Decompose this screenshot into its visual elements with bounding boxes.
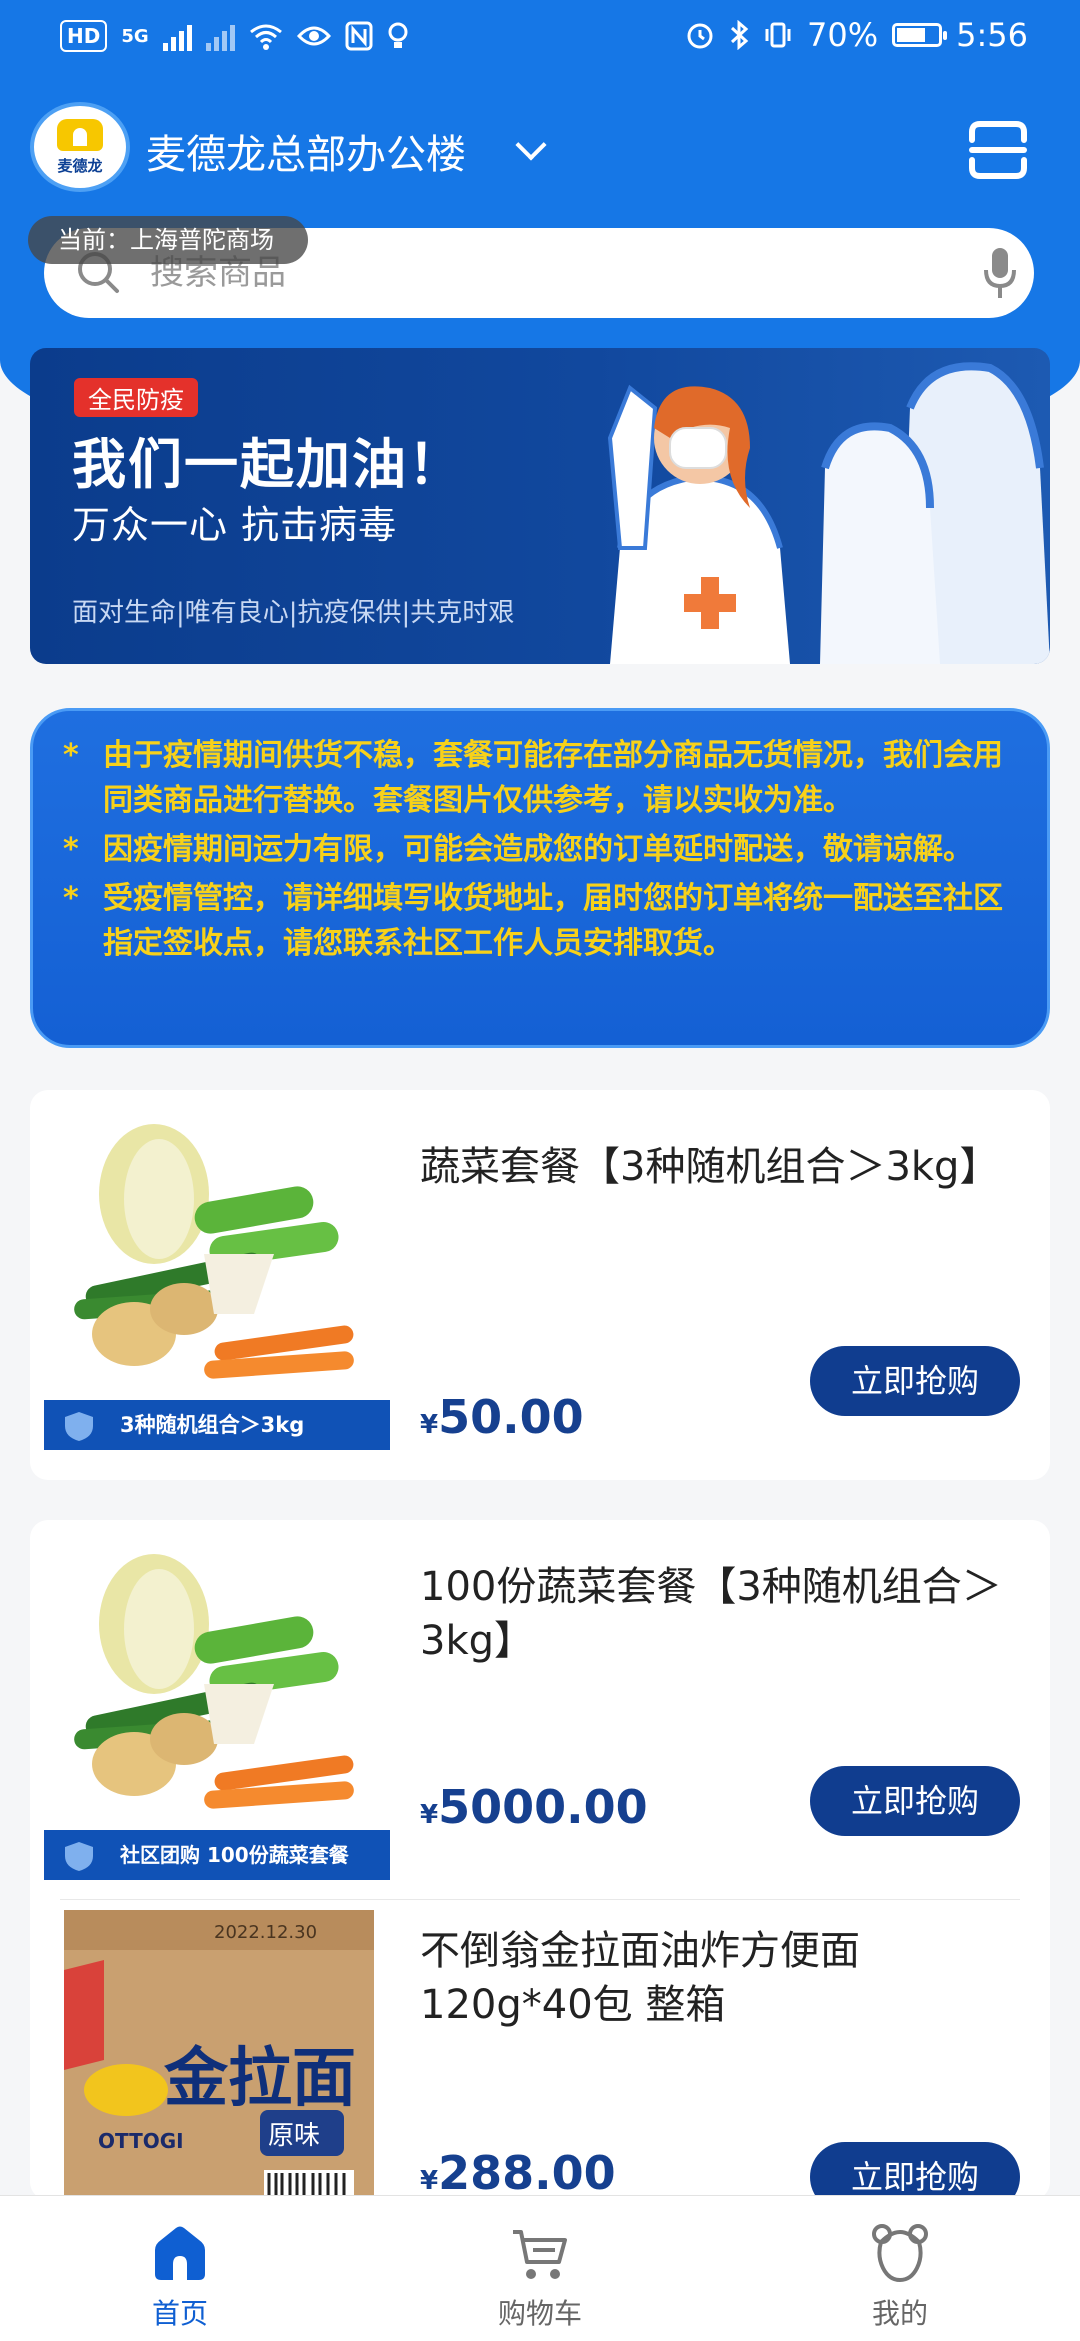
nfc-icon [345, 21, 373, 51]
brand-name: 麦德龙 [57, 156, 103, 175]
status-left: HD 5G [60, 20, 409, 52]
asterisk-icon: * [63, 738, 79, 773]
product-title[interactable]: 100份蔬菜套餐【3种随机组合＞3kg】 [420, 1560, 1030, 1668]
bluetooth-icon [730, 20, 749, 50]
price-value: 5000.00 [438, 1780, 648, 1834]
product-title[interactable]: 不倒翁金拉面油炸方便面120g*40包 整箱 [420, 1924, 1030, 2032]
box-flavor: 原味 [268, 2121, 320, 2151]
product-image-label: 3种随机组合＞3kg [44, 1400, 390, 1450]
battery-icon [892, 23, 948, 47]
box-name: 金拉面 [163, 2042, 356, 2116]
tab-profile[interactable]: 我的 [720, 2196, 1080, 2341]
chevron-down-icon[interactable] [515, 129, 547, 161]
alarm-icon [687, 23, 713, 49]
notice-text: 受疫情管控，请详细填写收货地址，届时您的订单将统一配送至社区指定签收点，请您联系… [103, 881, 1003, 961]
eye-icon [296, 26, 331, 46]
notice-item: * 因疫情期间运力有限，可能会造成您的订单延时配送，敬请谅解。 [63, 827, 1017, 872]
network-type: 5G [121, 25, 149, 47]
bulb-icon [388, 22, 408, 48]
price-value: 288.00 [438, 2146, 616, 2200]
product-card[interactable]: 2022.12.30 OTTOGI 金拉面 原味 不倒翁金拉面油炸方便面120g… [30, 1900, 1050, 2212]
logo-mark [57, 118, 103, 151]
cart-icon [513, 2230, 567, 2279]
wifi-icon [249, 24, 282, 50]
box-date: 2022.12.30 [214, 1922, 317, 1943]
price-value: 50.00 [438, 1390, 584, 1444]
status-right: 70% 5:56 [685, 16, 1028, 54]
clock: 5:56 [956, 16, 1028, 54]
store-selector[interactable]: 麦德龙总部办公楼 [146, 122, 466, 180]
tab-label: 我的 [871, 2297, 928, 2330]
notice-item: * 受疫情管控，请详细填写收货地址，届时您的订单将统一配送至社区指定签收点，请您联… [63, 876, 1017, 966]
buy-now-button[interactable]: 立即抢购 [810, 1766, 1020, 1836]
shield-icon [65, 1412, 93, 1441]
hd-badge: HD [60, 20, 108, 52]
current-store-tooltip: 当前：上海普陀商场 [28, 216, 308, 264]
currency-symbol: ¥ [420, 1410, 439, 1440]
product-image[interactable]: 2022.12.30 OTTOGI 金拉面 原味 [64, 1910, 374, 2200]
battery-percent: 70% [807, 16, 879, 54]
product-price: ¥288.00 [420, 2146, 616, 2200]
notice-text: 由于疫情期间供货不稳，套餐可能存在部分商品无货情况，我们会用同类商品进行替换。套… [103, 738, 1003, 818]
bottom-tab-bar: 首页 购物车 我的 [0, 2195, 1080, 2341]
banner-tag: 全民防疫 [74, 378, 198, 417]
profile-icon [872, 2224, 928, 2283]
vibrate-icon [765, 22, 791, 48]
product-price: ¥5000.00 [420, 1780, 648, 1834]
tab-cart[interactable]: 购物车 [360, 2196, 720, 2341]
vegetables-image [74, 1124, 354, 1379]
box-brand: OTTOGI [98, 2129, 184, 2153]
status-bar: HD 5G 70% 5:56 [0, 0, 1080, 80]
promo-banner[interactable]: 全民防疫 我们一起加油！ 万众一心 抗击病毒 面对生命|唯有良心|抗疫保供|共克… [30, 348, 1050, 664]
store-header: 麦德龙 麦德龙总部办公楼 [0, 100, 1080, 200]
tab-label: 购物车 [497, 2297, 582, 2330]
noodle-box-image: 2022.12.30 OTTOGI 金拉面 原味 [64, 1910, 374, 2200]
vegetables-image [74, 1554, 354, 1809]
tab-label: 首页 [151, 2297, 208, 2330]
home-icon [155, 2226, 205, 2280]
product-image[interactable]: 3种随机组合＞3kg [44, 1104, 390, 1450]
asterisk-icon: * [63, 832, 79, 867]
signal-icon [162, 21, 192, 51]
asterisk-icon: * [63, 881, 79, 916]
product-title[interactable]: 蔬菜套餐【3种随机组合＞3kg】 [420, 1140, 1030, 1194]
product-card[interactable]: 3种随机组合＞3kg 蔬菜套餐【3种随机组合＞3kg】 ¥50.00 立即抢购 [30, 1090, 1050, 1480]
product-price: ¥50.00 [420, 1390, 584, 1444]
tab-home[interactable]: 首页 [0, 2196, 360, 2341]
product-image-label: 社区团购 100份蔬菜套餐 [44, 1830, 390, 1880]
medical-workers-illustration [607, 362, 1050, 664]
image-label-text: 3种随机组合＞3kg [120, 1413, 305, 1437]
notice-item: * 由于疫情期间供货不稳，套餐可能存在部分商品无货情况，我们会用同类商品进行替换。… [63, 733, 1017, 823]
notice-text: 因疫情期间运力有限，可能会造成您的订单延时配送，敬请谅解。 [103, 832, 973, 867]
notice-panel: * 由于疫情期间供货不稳，套餐可能存在部分商品无货情况，我们会用同类商品进行替换。… [30, 708, 1050, 1048]
banner-subtitle: 万众一心 抗击病毒 [72, 503, 398, 547]
currency-symbol: ¥ [420, 2166, 439, 2196]
brand-logo[interactable]: 麦德龙 [30, 102, 130, 192]
banner-footer: 面对生命|唯有良心|抗疫保供|共克时艰 [72, 598, 515, 628]
product-card[interactable]: 社区团购 100份蔬菜套餐 100份蔬菜套餐【3种随机组合＞3kg】 ¥5000… [30, 1520, 1050, 1900]
signal-2-icon [205, 21, 235, 51]
banner-title: 我们一起加油！ [72, 433, 464, 496]
buy-now-button[interactable]: 立即抢购 [810, 1346, 1020, 1416]
product-image[interactable]: 社区团购 100份蔬菜套餐 [44, 1534, 390, 1880]
image-label-text: 社区团购 100份蔬菜套餐 [120, 1843, 349, 1867]
microphone-icon[interactable] [982, 246, 1018, 300]
currency-symbol: ¥ [420, 1800, 439, 1830]
scan-icon[interactable] [966, 118, 1030, 182]
shield-icon [65, 1842, 93, 1871]
